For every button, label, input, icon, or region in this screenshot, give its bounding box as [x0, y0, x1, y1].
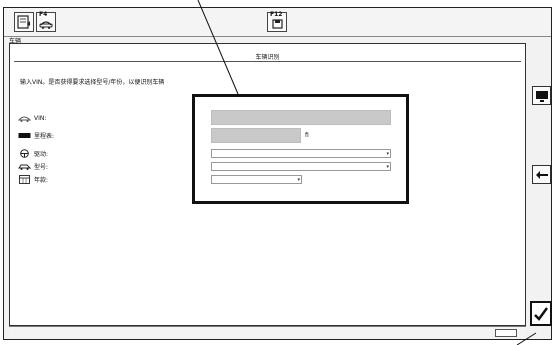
display-button[interactable] [532, 86, 551, 105]
display-icon [535, 90, 548, 102]
status-bar [9, 326, 526, 339]
back-arrow-icon [535, 170, 548, 179]
back-button[interactable] [532, 165, 551, 184]
status-cell [495, 329, 517, 337]
top-leader-line [197, 0, 239, 95]
confirm-button[interactable] [530, 301, 552, 326]
callout-leader-lines [197, 0, 537, 345]
checkmark-icon [534, 306, 549, 321]
